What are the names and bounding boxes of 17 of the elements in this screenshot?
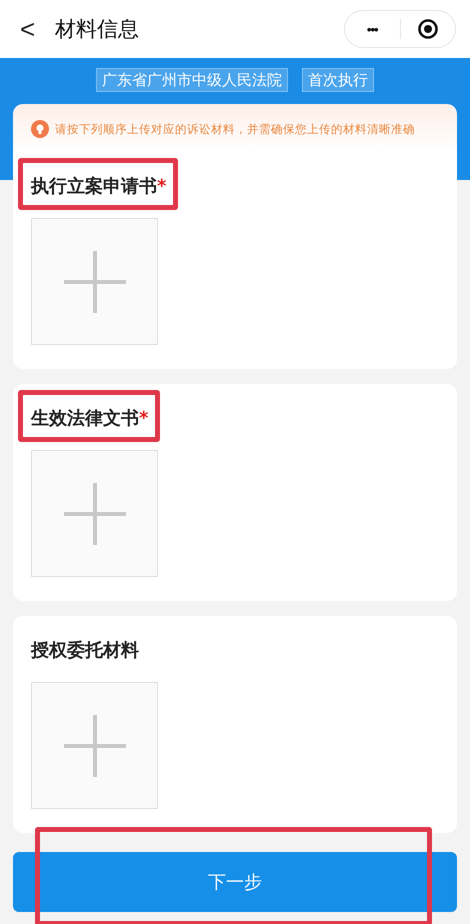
page-title: 材料信息: [55, 16, 140, 43]
court-tag: 首次执行: [302, 68, 374, 92]
court-tag: 广东省广州市中级人民法院: [96, 68, 288, 92]
section-title: 生效法律文书*: [31, 408, 148, 429]
notice-text: 请按下列顺序上传对应的诉讼材料，并需确保您上传的材料清晰准确: [55, 122, 415, 136]
section-title: 执行立案申请书*: [31, 176, 166, 197]
target-icon: [416, 18, 439, 40]
upload-button[interactable]: [31, 218, 158, 345]
upload-button[interactable]: [31, 450, 158, 577]
plus-icon: [64, 250, 126, 312]
plus-icon: [64, 714, 126, 776]
upload-button[interactable]: [31, 682, 158, 809]
section-title: 授权委托材料: [31, 640, 139, 661]
back-button[interactable]: <: [16, 16, 40, 42]
plus-icon: [64, 482, 126, 544]
bulb-icon: [31, 120, 49, 138]
more-button[interactable]: •••: [345, 20, 400, 38]
